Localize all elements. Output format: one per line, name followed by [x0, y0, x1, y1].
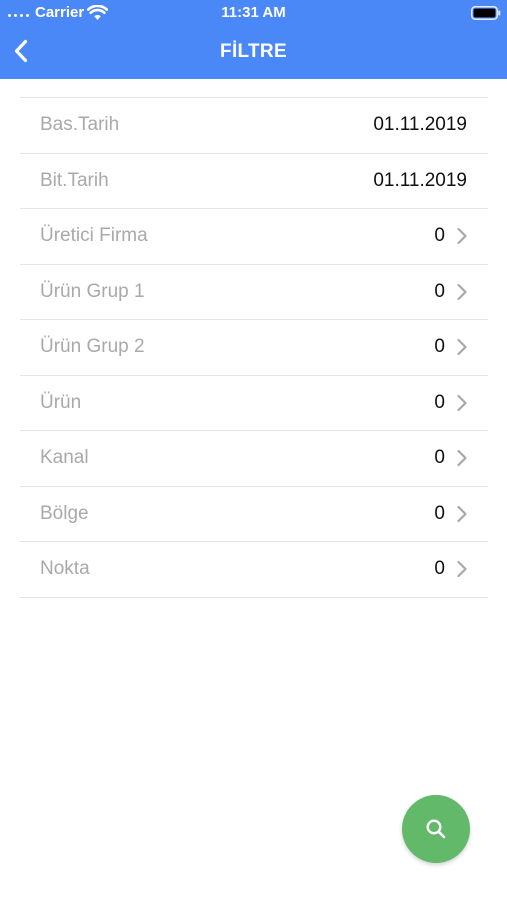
filter-value: 0	[434, 280, 445, 302]
search-button[interactable]	[402, 795, 470, 863]
filter-value: 0	[434, 391, 445, 413]
navigation-bar: FİLTRE	[0, 26, 507, 79]
status-time: 11:31 AM	[221, 4, 286, 21]
filter-row-start-date[interactable]: Bas.Tarih 01.11.2019	[20, 98, 488, 154]
chevron-right-icon	[457, 283, 467, 300]
filter-value: 0	[434, 558, 445, 579]
filter-value: 0	[434, 447, 445, 468]
filter-value: 01.11.2019	[373, 114, 467, 135]
battery-full-icon	[471, 6, 501, 20]
filter-label: Kanal	[40, 447, 89, 468]
chevron-right-icon	[457, 338, 467, 356]
filter-row-product-group-2[interactable]: Ürün Grup 2 0	[20, 320, 488, 376]
filter-label: Bit.Tarih	[40, 169, 109, 191]
page-title: FİLTRE	[220, 41, 287, 62]
filter-label: Üretici Firma	[40, 225, 148, 246]
chevron-right-icon	[457, 227, 467, 245]
filter-row-region[interactable]: Bölge 0	[20, 487, 488, 542]
filter-row-channel[interactable]: Kanal 0	[20, 431, 488, 487]
filter-value: 01.11.2019	[373, 169, 467, 191]
filter-label: Bölge	[40, 502, 89, 524]
filter-label: Ürün Grup 1	[40, 280, 145, 302]
filter-row-end-date[interactable]: Bit.Tarih 01.11.2019	[20, 154, 488, 209]
filter-value: 0	[434, 336, 445, 357]
filter-row-product[interactable]: Ürün 0	[20, 376, 488, 431]
filter-label: Ürün	[40, 391, 82, 413]
filter-label: Nokta	[40, 558, 90, 579]
chevron-right-icon	[457, 560, 467, 578]
chevron-right-icon	[457, 449, 467, 467]
filter-list: Bas.Tarih 01.11.2019 Bit.Tarih 01.11.201…	[20, 97, 488, 598]
filter-label: Ürün Grup 2	[40, 336, 145, 357]
filter-value: 0	[434, 225, 445, 246]
header: Carrier 11:31 AM FİLTRE	[0, 0, 507, 79]
filter-row-manufacturer[interactable]: Üretici Firma 0	[20, 209, 488, 265]
search-icon	[426, 819, 446, 839]
filter-value: 0	[434, 502, 445, 524]
chevron-right-icon	[457, 505, 467, 522]
filter-screen: Carrier 11:31 AM FİLTRE Bas.Tarih 01.11.…	[0, 0, 507, 900]
filter-label: Bas.Tarih	[40, 114, 120, 135]
filter-row-point[interactable]: Nokta 0	[20, 542, 488, 598]
filter-row-product-group-1[interactable]: Ürün Grup 1 0	[20, 265, 488, 320]
status-bar: Carrier 11:31 AM	[0, 0, 507, 26]
chevron-right-icon	[457, 394, 467, 411]
